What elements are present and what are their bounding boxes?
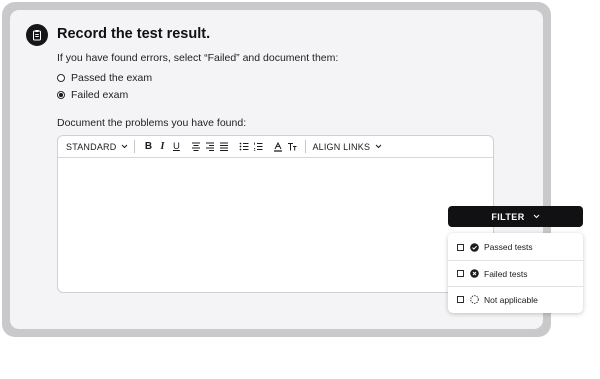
bold-icon[interactable]: B [141,140,155,154]
dashed-circle-icon [470,295,479,304]
filter-option-failed[interactable]: Failed tests [448,260,583,286]
toolbar-divider [305,140,307,153]
editor-text-area[interactable] [58,158,493,292]
font-size-icon[interactable] [285,140,299,154]
filter-option-label: Not applicable [484,294,538,305]
alignment-select[interactable]: ALIGN LINKS [312,142,382,152]
underline-icon[interactable]: U [169,140,183,154]
paragraph-style-value: STANDARD [66,141,117,152]
filter-option-not-applicable[interactable]: Not applicable [448,286,583,312]
radio-label: Failed exam [71,89,129,101]
checkbox[interactable] [457,270,464,277]
chevron-down-icon [533,214,539,219]
alignment-value: ALIGN LINKS [312,141,371,152]
check-circle-icon [470,242,479,252]
radio-passed[interactable]: Passed the exam [57,72,152,84]
rich-text-editor: STANDARD B I U ALIGN LINKS [57,135,494,293]
align-right-icon[interactable] [203,140,217,154]
editor-toolbar: STANDARD B I U ALIGN LINKS [58,136,493,158]
page-title: Record the test result. [57,26,211,42]
filter-label: FILTER [491,211,525,222]
paragraph-style-select[interactable]: STANDARD [58,142,128,152]
filter-option-label: Passed tests [484,242,533,252]
text-color-icon[interactable] [271,140,285,154]
chevron-down-icon [375,144,382,149]
checkbox[interactable] [457,243,464,251]
x-circle-icon [470,269,479,278]
instruction-text: If you have found errors, select “Failed… [57,52,339,64]
align-justify-icon[interactable] [217,140,231,154]
radio-button-selected[interactable] [57,91,65,99]
align-center-icon[interactable] [189,140,203,154]
bullet-list-icon[interactable] [237,140,251,154]
filter-option-label: Failed tests [484,268,528,279]
italic-icon[interactable]: I [155,140,169,154]
document-label: Document the problems you have found: [57,117,247,129]
clipboard-icon [26,24,48,46]
radio-label: Passed the exam [71,72,153,84]
filter-option-passed[interactable]: Passed tests [448,234,583,260]
filter-button[interactable]: FILTER [448,206,583,227]
radio-button[interactable] [57,74,65,82]
toolbar-divider [134,140,136,153]
radio-failed[interactable]: Failed exam [57,89,128,101]
numbered-list-icon[interactable] [251,140,265,154]
checkbox[interactable] [457,296,464,303]
filter-dropdown: Passed tests Failed tests Not applicable [448,233,583,313]
chevron-down-icon [122,144,128,149]
